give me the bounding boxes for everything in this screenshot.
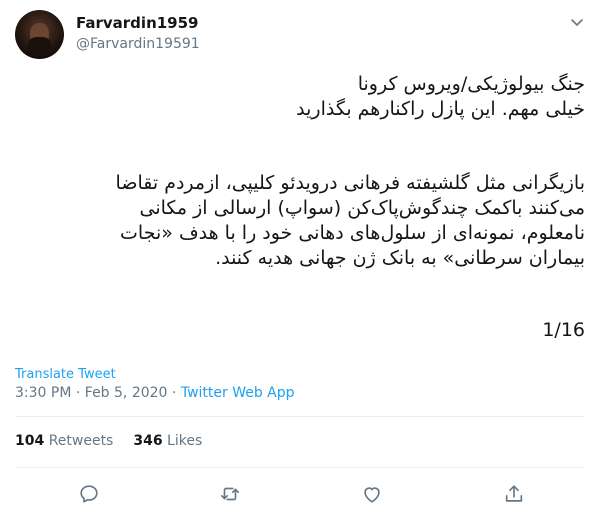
tweet-meta: 3:30 PM · Feb 5, 2020 · Twitter Web App: [15, 385, 295, 401]
meta-separator: ·: [167, 385, 181, 401]
tweet-date[interactable]: Feb 5, 2020: [85, 385, 168, 401]
display-name[interactable]: Farvardin1959: [76, 14, 199, 32]
retweets-stat[interactable]: 104 Retweets: [15, 433, 113, 449]
tweet-line: بیماران سرطانی» به بانک ژن جهانی هدیه کن…: [215, 247, 585, 269]
tweet-line: جنگ بیولوژیکی/ویروس کرونا: [357, 73, 585, 95]
likes-stat[interactable]: 346 Likes: [133, 433, 202, 449]
retweet-icon[interactable]: [219, 483, 241, 505]
tweet-time[interactable]: 3:30 PM: [15, 385, 71, 401]
tweet-text-intro: جنگ بیولوژیکی/ویروس کرونا خیلی مهم. این …: [15, 72, 585, 122]
tweet-line: نامعلوم، نمونه‌ای از سلول‌های دهانی خود …: [120, 222, 585, 244]
avatar-beard: [28, 37, 51, 55]
user-handle[interactable]: @Farvardin19591: [76, 36, 200, 52]
divider: [15, 467, 585, 468]
thread-counter-text: 1/16: [542, 319, 585, 341]
chevron-down-icon[interactable]: [569, 14, 585, 30]
retweets-label: Retweets: [48, 433, 114, 449]
tweet-line: می‌کنند باکمک چندگوش‌پاک‌کن (سواپ) ارسال…: [139, 197, 586, 219]
tweet-line: خیلی مهم. این پازل راکنارهم بگذارید: [296, 98, 585, 120]
divider: [15, 416, 585, 417]
tweet-text-body: بازیگرانی مثل گلشیفته فرهانی درویدئو کلی…: [15, 171, 585, 271]
avatar[interactable]: [15, 10, 64, 59]
tweet-line: بازیگرانی مثل گلشیفته فرهانی درویدئو کلی…: [115, 172, 585, 194]
tweet-source-link[interactable]: Twitter Web App: [181, 385, 295, 401]
translate-tweet-link[interactable]: Translate Tweet: [15, 367, 116, 382]
likes-label: Likes: [167, 433, 203, 449]
share-icon[interactable]: [503, 483, 525, 505]
reply-icon[interactable]: [78, 483, 100, 505]
likes-count: 346: [133, 433, 163, 449]
like-icon[interactable]: [361, 483, 383, 505]
meta-separator: ·: [71, 385, 85, 401]
thread-counter: 1/16: [15, 318, 585, 343]
engagement-stats: 104 Retweets 346 Likes: [15, 433, 202, 449]
retweets-count: 104: [15, 433, 45, 449]
